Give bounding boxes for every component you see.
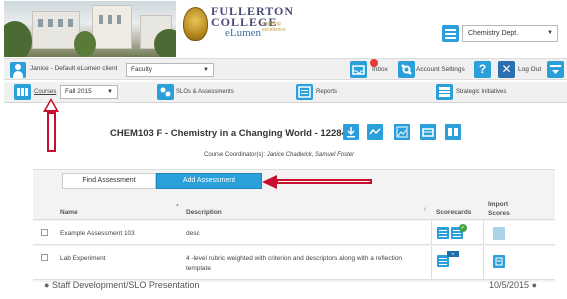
term-select-value: Fall 2015	[65, 88, 92, 95]
row-name[interactable]: Lab Experiment	[60, 255, 106, 262]
inbox-icon[interactable]	[350, 61, 367, 78]
chevron-down-icon: ▼	[107, 89, 113, 95]
logo-tagline: inspiring excellence	[262, 21, 286, 33]
user-name: Janice - Default eLumen client	[30, 65, 118, 72]
inbox-label[interactable]: Inbox	[372, 66, 388, 73]
slide-footer: ● Staff Development/SLO Presentation 10/…	[0, 280, 567, 299]
gear-icon[interactable]	[398, 61, 415, 78]
term-select[interactable]: Fall 2015 ▼	[60, 85, 118, 99]
department-icon	[442, 25, 459, 42]
import-scores-icon[interactable]	[493, 255, 505, 268]
row-checkbox[interactable]	[41, 254, 48, 261]
course-title: CHEM103 F - Chemistry in a Changing Worl…	[110, 128, 347, 139]
chart-icon[interactable]	[367, 124, 383, 140]
annotation-arrow-left-head	[262, 175, 277, 189]
row-description: desc	[186, 230, 200, 237]
row-description: 4 -level rubric weighted with criterion …	[186, 255, 403, 262]
col-description[interactable]: Description	[186, 209, 222, 216]
role-select-value: Faculty	[131, 66, 152, 73]
course-coordinators: Course Coordinator(s): Janice Chadwick, …	[204, 152, 354, 158]
annotation-arrow-up	[47, 112, 56, 152]
chevron-down-icon: ▼	[547, 30, 553, 36]
department-select-value: Chemistry Dept.	[468, 30, 519, 37]
inbox-tray-icon[interactable]	[420, 124, 436, 140]
sort-icon[interactable]: ⇕	[423, 207, 427, 213]
main-nav: Courses Fall 2015 ▼ SLOs & Assessments R…	[4, 82, 567, 103]
reports-icon[interactable]	[296, 84, 313, 100]
footer-left-text: Staff Development/SLO Presentation	[51, 280, 200, 290]
tab-add-assessment[interactable]: Add Assessment	[156, 173, 262, 189]
group-icon[interactable]	[445, 124, 461, 140]
row-description-line2: template	[186, 265, 211, 272]
annotation-arrow-up-head	[43, 98, 59, 112]
campus-photo	[4, 1, 176, 57]
scorecard-icon[interactable]	[437, 227, 449, 239]
download-icon[interactable]	[343, 124, 359, 140]
footer-left: ● Staff Development/SLO Presentation	[44, 280, 200, 290]
row-name[interactable]: Example Assessment 103	[60, 230, 135, 237]
table-row[interactable]: Lab Experiment 4 -level rubric weighted …	[33, 246, 555, 280]
menu-icon[interactable]	[547, 61, 564, 78]
row-checkbox[interactable]	[41, 229, 48, 236]
annotation-arrow-left	[276, 179, 372, 184]
sort-up-icon[interactable]: ▲	[175, 202, 180, 208]
col-import-line2: Scores	[488, 210, 510, 217]
check-icon: ✓	[459, 224, 467, 232]
coordinator-label: Course Coordinator(s):	[204, 152, 266, 158]
close-icon[interactable]: ✕	[498, 61, 515, 78]
chevron-down-icon: ▼	[203, 67, 209, 73]
slos-icon[interactable]	[157, 84, 174, 100]
footer-right: 10/5/2015 ●	[489, 280, 537, 290]
image-icon[interactable]	[394, 124, 410, 140]
account-settings-label[interactable]: Account Settings	[416, 66, 465, 73]
nav-courses[interactable]: Courses	[34, 89, 56, 95]
table-header: Name ▲ Description ⇕ Scorecards Import S…	[33, 195, 555, 220]
import-scores-icon	[493, 227, 505, 240]
footer-right-text: 10/5/2015	[489, 280, 530, 290]
department-select[interactable]: Chemistry Dept. ▼	[462, 25, 558, 42]
courses-icon[interactable]	[14, 84, 31, 100]
user-bar: Janice - Default eLumen client Faculty ▼…	[4, 58, 567, 80]
user-icon[interactable]	[10, 62, 26, 78]
logout-label[interactable]: Log Out	[518, 66, 541, 73]
col-import-line1: Import	[488, 201, 509, 208]
col-scorecards: Scorecards	[436, 209, 472, 216]
scorecard-tag-icon: ▪▪	[447, 251, 459, 257]
role-select[interactable]: Faculty ▼	[126, 63, 214, 77]
help-glyph: ?	[478, 62, 487, 76]
coordinator-names: Janice Chadwick, Samuel Foster	[266, 152, 355, 158]
app-header: FULLERTON COLLEGE eLumen inspiring excel…	[0, 0, 567, 58]
table-row[interactable]: Example Assessment 103 desc ✓	[33, 221, 555, 245]
nav-strategic-initiatives[interactable]: Strategic Initiatives	[456, 89, 506, 95]
strategic-icon[interactable]	[436, 84, 453, 100]
college-seal-logo	[183, 7, 208, 41]
help-icon[interactable]: ?	[474, 61, 491, 78]
col-name[interactable]: Name	[60, 209, 78, 216]
nav-slos-assessments[interactable]: SLOs & Assessments	[176, 89, 234, 95]
nav-reports[interactable]: Reports	[316, 89, 337, 95]
tab-find-assessment[interactable]: Find Assessment	[62, 173, 156, 189]
